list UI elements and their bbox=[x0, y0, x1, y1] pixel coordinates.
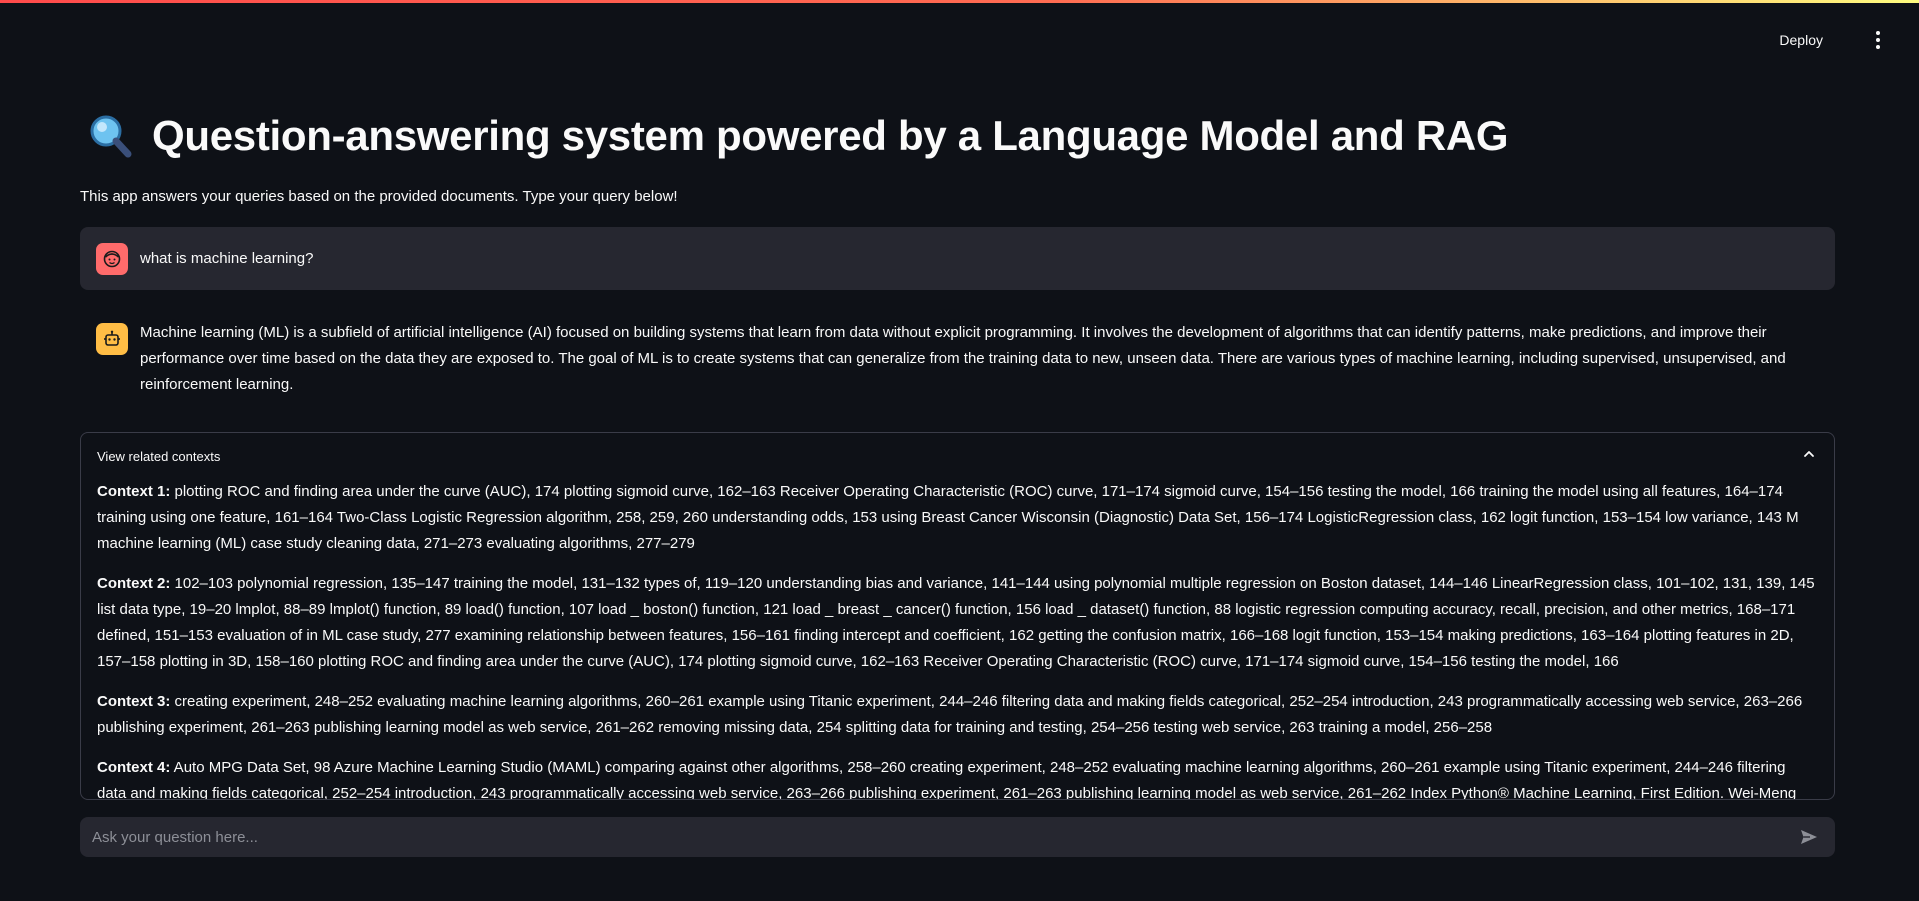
context-text: 102–103 polynomial regression, 135–147 t… bbox=[97, 575, 1815, 670]
page-title: Question-answering system powered by a L… bbox=[152, 112, 1509, 159]
related-contexts-expander: View related contexts Context 1: plottin… bbox=[80, 432, 1835, 800]
context-item: Context 2: 102–103 polynomial regression… bbox=[97, 571, 1818, 675]
user-message-text: what is machine learning? bbox=[140, 250, 314, 267]
context-label: Context 2: bbox=[97, 575, 171, 592]
context-item: Context 4: Auto MPG Data Set, 98 Azure M… bbox=[97, 755, 1818, 800]
magnifying-glass-icon bbox=[86, 112, 134, 160]
chevron-up-icon[interactable] bbox=[1802, 447, 1816, 466]
robot-icon bbox=[96, 323, 128, 355]
assistant-chat-message: Machine learning (ML) is a subfield of a… bbox=[80, 320, 1835, 398]
context-text: plotting ROC and finding area under the … bbox=[97, 483, 1799, 552]
send-arrow-icon[interactable] bbox=[1793, 821, 1825, 853]
context-label: Context 4: bbox=[97, 759, 171, 776]
context-label: Context 3: bbox=[97, 693, 171, 710]
deploy-button[interactable]: Deploy bbox=[1767, 25, 1835, 55]
page-subtitle: This app answers your queries based on t… bbox=[80, 188, 678, 205]
expander-body: Context 1: plotting ROC and finding area… bbox=[81, 479, 1834, 800]
context-label: Context 1: bbox=[97, 483, 171, 500]
chat-input-bar bbox=[80, 817, 1835, 857]
user-chat-message: what is machine learning? bbox=[80, 227, 1835, 290]
expander-label: View related contexts bbox=[97, 448, 221, 464]
expander-header[interactable]: View related contexts bbox=[81, 433, 1834, 479]
question-input[interactable] bbox=[90, 817, 1793, 857]
vertical-ellipsis-icon[interactable] bbox=[1863, 25, 1893, 55]
assistant-message-text: Machine learning (ML) is a subfield of a… bbox=[140, 324, 1786, 393]
context-text: Auto MPG Data Set, 98 Azure Machine Lear… bbox=[97, 759, 1797, 800]
user-face-icon bbox=[96, 242, 128, 275]
page-title-row: Question-answering system powered by a L… bbox=[86, 112, 1509, 160]
app-header: Deploy bbox=[0, 3, 1919, 71]
context-item: Context 3: creating experiment, 248–252 … bbox=[97, 689, 1818, 741]
context-text: creating experiment, 248–252 evaluating … bbox=[97, 693, 1803, 736]
context-item: Context 1: plotting ROC and finding area… bbox=[97, 479, 1818, 557]
